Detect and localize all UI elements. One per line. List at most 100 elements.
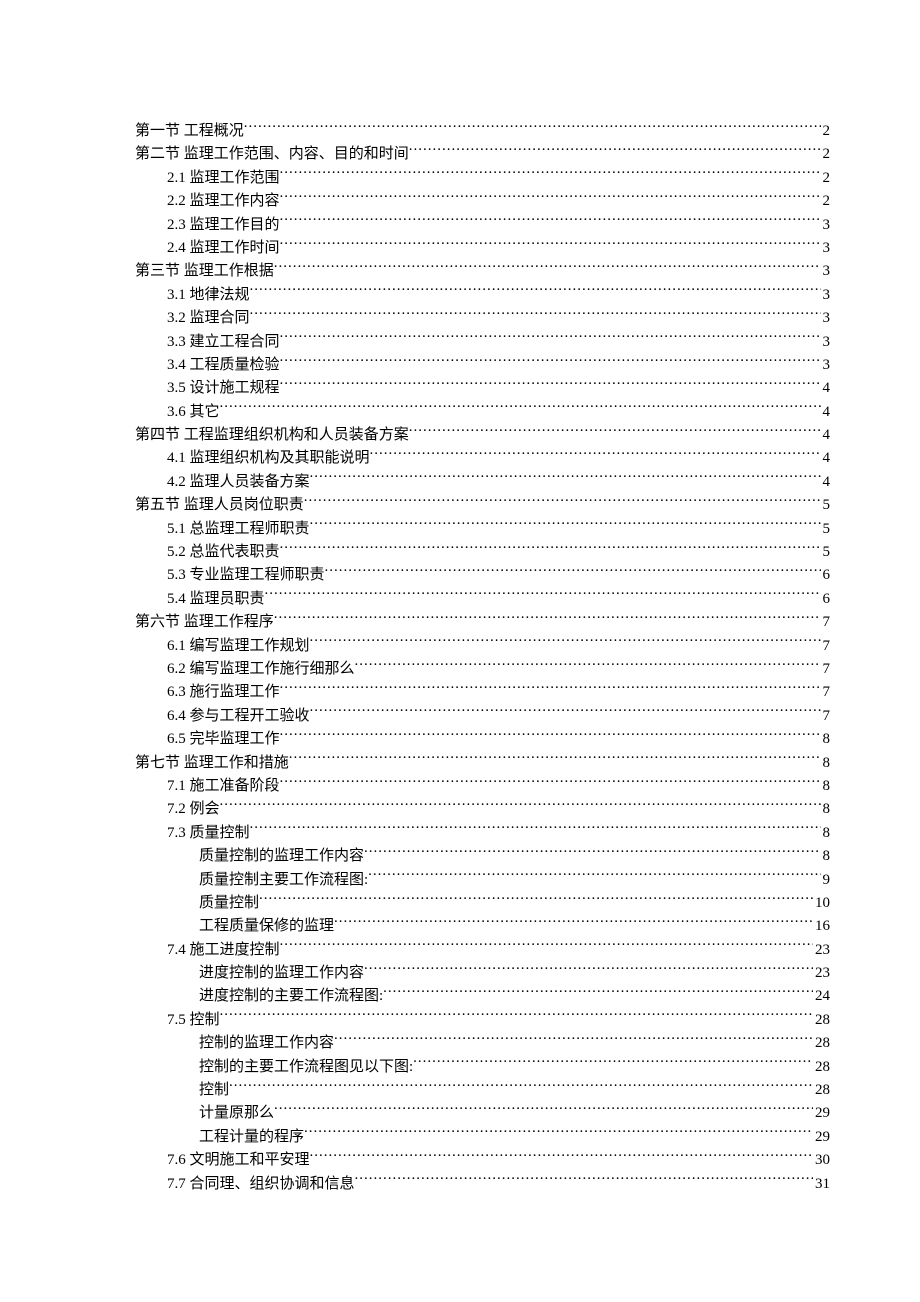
toc-entry[interactable]: 计量原那么29 bbox=[135, 1102, 830, 1125]
toc-entry[interactable]: 工程质量保修的监理16 bbox=[135, 915, 830, 938]
toc-entry[interactable]: 7.1 施工准备阶段8 bbox=[135, 775, 830, 798]
toc-entry[interactable]: 第二节 监理工作范围、内容、目的和时间2 bbox=[135, 143, 830, 166]
toc-leader-dots bbox=[409, 143, 821, 158]
toc-entry[interactable]: 质量控制主要工作流程图:9 bbox=[135, 869, 830, 892]
toc-entry-page: 29 bbox=[813, 1102, 830, 1125]
toc-entry[interactable]: 工程计量的程序 29 bbox=[135, 1126, 830, 1149]
toc-entry[interactable]: 第三节 监理工作根据3 bbox=[135, 260, 830, 283]
toc-entry-label: 第五节 监理人员岗位职责 bbox=[135, 494, 304, 517]
toc-entry-label: 7.5 控制 bbox=[167, 1009, 220, 1032]
toc-entry[interactable]: 控制的监理工作内容28 bbox=[135, 1032, 830, 1055]
toc-entry[interactable]: 4.2 监理人员装备方案4 bbox=[135, 471, 830, 494]
toc-entry[interactable]: 质量控制10 bbox=[135, 892, 830, 915]
toc-entry-label: 3.2 监理合同 bbox=[167, 307, 250, 330]
toc-entry-page: 7 bbox=[821, 611, 831, 634]
toc-entry[interactable]: 4.1 监理组织机构及其职能说明4 bbox=[135, 447, 830, 470]
toc-entry[interactable]: 7.5 控制28 bbox=[135, 1009, 830, 1032]
toc-leader-dots bbox=[280, 167, 821, 182]
toc-leader-dots bbox=[280, 939, 813, 954]
toc-entry[interactable]: 7.2 例会8 bbox=[135, 798, 830, 821]
toc-entry-label: 第六节 监理工作程序 bbox=[135, 611, 274, 634]
toc-entry[interactable]: 7.6 文明施工和平安理30 bbox=[135, 1149, 830, 1172]
toc-leader-dots bbox=[355, 658, 821, 673]
toc-entry[interactable]: 控制的主要工作流程图见以下图:28 bbox=[135, 1056, 830, 1079]
toc-entry[interactable]: 6.4 参与工程开工验收7 bbox=[135, 705, 830, 728]
toc-leader-dots bbox=[250, 307, 821, 322]
toc-entry-page: 7 bbox=[821, 635, 831, 658]
toc-entry-label: 5.1 总监理工程师职责 bbox=[167, 518, 310, 541]
toc-entry-page: 2 bbox=[821, 190, 831, 213]
toc-leader-dots bbox=[368, 869, 820, 884]
toc-entry[interactable]: 第四节 工程监理组织机构和人员装备方案4 bbox=[135, 424, 830, 447]
toc-entry[interactable]: 第五节 监理人员岗位职责5 bbox=[135, 494, 830, 517]
toc-entry-page: 7 bbox=[821, 705, 831, 728]
toc-entry[interactable]: 6.3 施行监理工作7 bbox=[135, 681, 830, 704]
toc-entry[interactable]: 3.6 其它4 bbox=[135, 401, 830, 424]
toc-entry[interactable]: 进度控制的监理工作内容23 bbox=[135, 962, 830, 985]
toc-entry-page: 6 bbox=[821, 588, 831, 611]
toc-leader-dots bbox=[325, 564, 821, 579]
toc-leader-dots bbox=[310, 635, 821, 650]
toc-entry[interactable]: 2.2 监理工作内容 2 bbox=[135, 190, 830, 213]
toc-entry-page: 3 bbox=[821, 354, 831, 377]
toc-leader-dots bbox=[280, 377, 821, 392]
toc-entry[interactable]: 质量控制的监理工作内容8 bbox=[135, 845, 830, 868]
toc-leader-dots bbox=[280, 728, 821, 743]
toc-leader-dots bbox=[274, 1102, 813, 1117]
toc-leader-dots bbox=[274, 260, 821, 275]
toc-entry[interactable]: 7.7 合同理、组织协调和信息31 bbox=[135, 1173, 830, 1196]
toc-entry-page: 6 bbox=[821, 564, 831, 587]
toc-entry-label: 5.4 监理员职责 bbox=[167, 588, 265, 611]
toc-entry-page: 8 bbox=[821, 822, 831, 845]
toc-entry-label: 工程计量的程序 bbox=[199, 1126, 304, 1149]
toc-leader-dots bbox=[250, 284, 821, 299]
toc-leader-dots bbox=[259, 892, 813, 907]
toc-leader-dots bbox=[220, 798, 821, 813]
toc-entry[interactable]: 2.1 监理工作范围2 bbox=[135, 167, 830, 190]
toc-entry-label: 4.1 监理组织机构及其职能说明 bbox=[167, 447, 370, 470]
toc-entry[interactable]: 5.1 总监理工程师职责5 bbox=[135, 518, 830, 541]
toc-entry[interactable]: 6.5 完毕监理工作8 bbox=[135, 728, 830, 751]
toc-entry[interactable]: 5.2 总监代表职责5 bbox=[135, 541, 830, 564]
toc-leader-dots bbox=[274, 611, 821, 626]
toc-entry-page: 10 bbox=[813, 892, 830, 915]
toc-entry-label: 7.3 质量控制 bbox=[167, 822, 250, 845]
toc-entry-label: 3.5 设计施工规程 bbox=[167, 377, 280, 400]
toc-entry-label: 6.5 完毕监理工作 bbox=[167, 728, 280, 751]
toc-entry[interactable]: 3.4 工程质量检验3 bbox=[135, 354, 830, 377]
toc-entry[interactable]: 3.1 地律法规3 bbox=[135, 284, 830, 307]
toc-entry[interactable]: 第六节 监理工作程序 7 bbox=[135, 611, 830, 634]
toc-entry-label: 第三节 监理工作根据 bbox=[135, 260, 274, 283]
toc-entry[interactable]: 第一节 工程概况2 bbox=[135, 120, 830, 143]
toc-entry[interactable]: 3.2 监理合同3 bbox=[135, 307, 830, 330]
toc-entry[interactable]: 5.4 监理员职责 6 bbox=[135, 588, 830, 611]
toc-entry[interactable]: 第七节 监理工作和措施8 bbox=[135, 752, 830, 775]
toc-leader-dots bbox=[280, 331, 821, 346]
toc-entry-label: 2.2 监理工作内容 bbox=[167, 190, 280, 213]
toc-entry-label: 7.4 施工进度控制 bbox=[167, 939, 280, 962]
toc-leader-dots bbox=[304, 1126, 813, 1141]
toc-entry[interactable]: 2.3 监理工作目的3 bbox=[135, 214, 830, 237]
toc-entry[interactable]: 进度控制的主要工作流程图:24 bbox=[135, 985, 830, 1008]
toc-leader-dots bbox=[310, 518, 821, 533]
toc-entry[interactable]: 6.1 编写监理工作规划7 bbox=[135, 635, 830, 658]
toc-entry[interactable]: 控制28 bbox=[135, 1079, 830, 1102]
toc-entry[interactable]: 6.2 编写监理工作施行细那么7 bbox=[135, 658, 830, 681]
toc-entry[interactable]: 7.4 施工进度控制23 bbox=[135, 939, 830, 962]
toc-entry[interactable]: 2.4 监理工作时间3 bbox=[135, 237, 830, 260]
toc-entry-page: 2 bbox=[821, 120, 831, 143]
toc-entry-page: 7 bbox=[821, 681, 831, 704]
toc-entry[interactable]: 7.3 质量控制 8 bbox=[135, 822, 830, 845]
toc-entry-label: 5.3 专业监理工程师职责 bbox=[167, 564, 325, 587]
toc-entry[interactable]: 5.3 专业监理工程师职责 6 bbox=[135, 564, 830, 587]
toc-leader-dots bbox=[364, 962, 813, 977]
toc-entry-page: 4 bbox=[821, 471, 831, 494]
toc-entry-page: 29 bbox=[813, 1126, 830, 1149]
toc-entry[interactable]: 3.5 设计施工规程4 bbox=[135, 377, 830, 400]
toc-entry-page: 3 bbox=[821, 331, 831, 354]
toc-entry-label: 2.3 监理工作目的 bbox=[167, 214, 280, 237]
toc-leader-dots bbox=[250, 822, 821, 837]
toc-entry-page: 8 bbox=[821, 845, 831, 868]
toc-entry-label: 质量控制主要工作流程图: bbox=[199, 869, 368, 892]
toc-entry[interactable]: 3.3 建立工程合同3 bbox=[135, 331, 830, 354]
